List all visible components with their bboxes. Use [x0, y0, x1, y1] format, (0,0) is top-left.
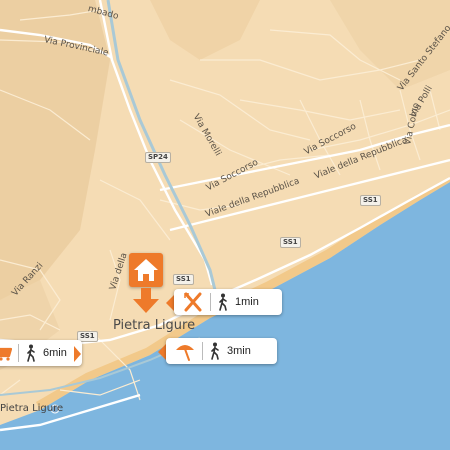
beach-umbrella-icon: [174, 340, 196, 362]
road-shield-sp24: SP24: [145, 152, 171, 163]
shopping-pointer: [74, 346, 81, 362]
walking-person-icon: [217, 293, 229, 311]
home-arrow-icon: [133, 288, 159, 313]
restaurant-poi-card[interactable]: 1min: [174, 289, 282, 315]
town-label: Pietra Ligure: [113, 318, 196, 333]
beach-walk-time: 3min: [227, 345, 251, 357]
station-label: Pietra Ligure: [0, 403, 64, 414]
restaurant-pointer: [166, 295, 174, 311]
beach-pointer: [158, 344, 166, 360]
walking-person-icon: [209, 342, 221, 360]
road-shield-ss1-b: SS1: [280, 237, 301, 248]
shopping-poi-card[interactable]: 6min: [0, 340, 82, 366]
road-shield-ss1-c: SS1: [173, 274, 194, 285]
shopping-walk-time: 6min: [43, 347, 67, 359]
road-shield-ss1-a: SS1: [360, 195, 381, 206]
walking-person-icon: [25, 344, 37, 362]
home-marker[interactable]: [129, 253, 163, 287]
card-divider: [210, 293, 211, 311]
restaurant-walk-time: 1min: [235, 296, 259, 308]
home-icon: [134, 259, 158, 281]
shopping-cart-icon: [0, 344, 12, 362]
map-view[interactable]: mbado Via Provinciale Via Morelli Via So…: [0, 0, 450, 450]
card-divider: [202, 342, 203, 360]
beach-poi-card[interactable]: 3min: [166, 338, 277, 364]
card-divider: [18, 344, 19, 362]
fork-knife-icon: [182, 291, 204, 313]
map-base: [0, 0, 450, 450]
